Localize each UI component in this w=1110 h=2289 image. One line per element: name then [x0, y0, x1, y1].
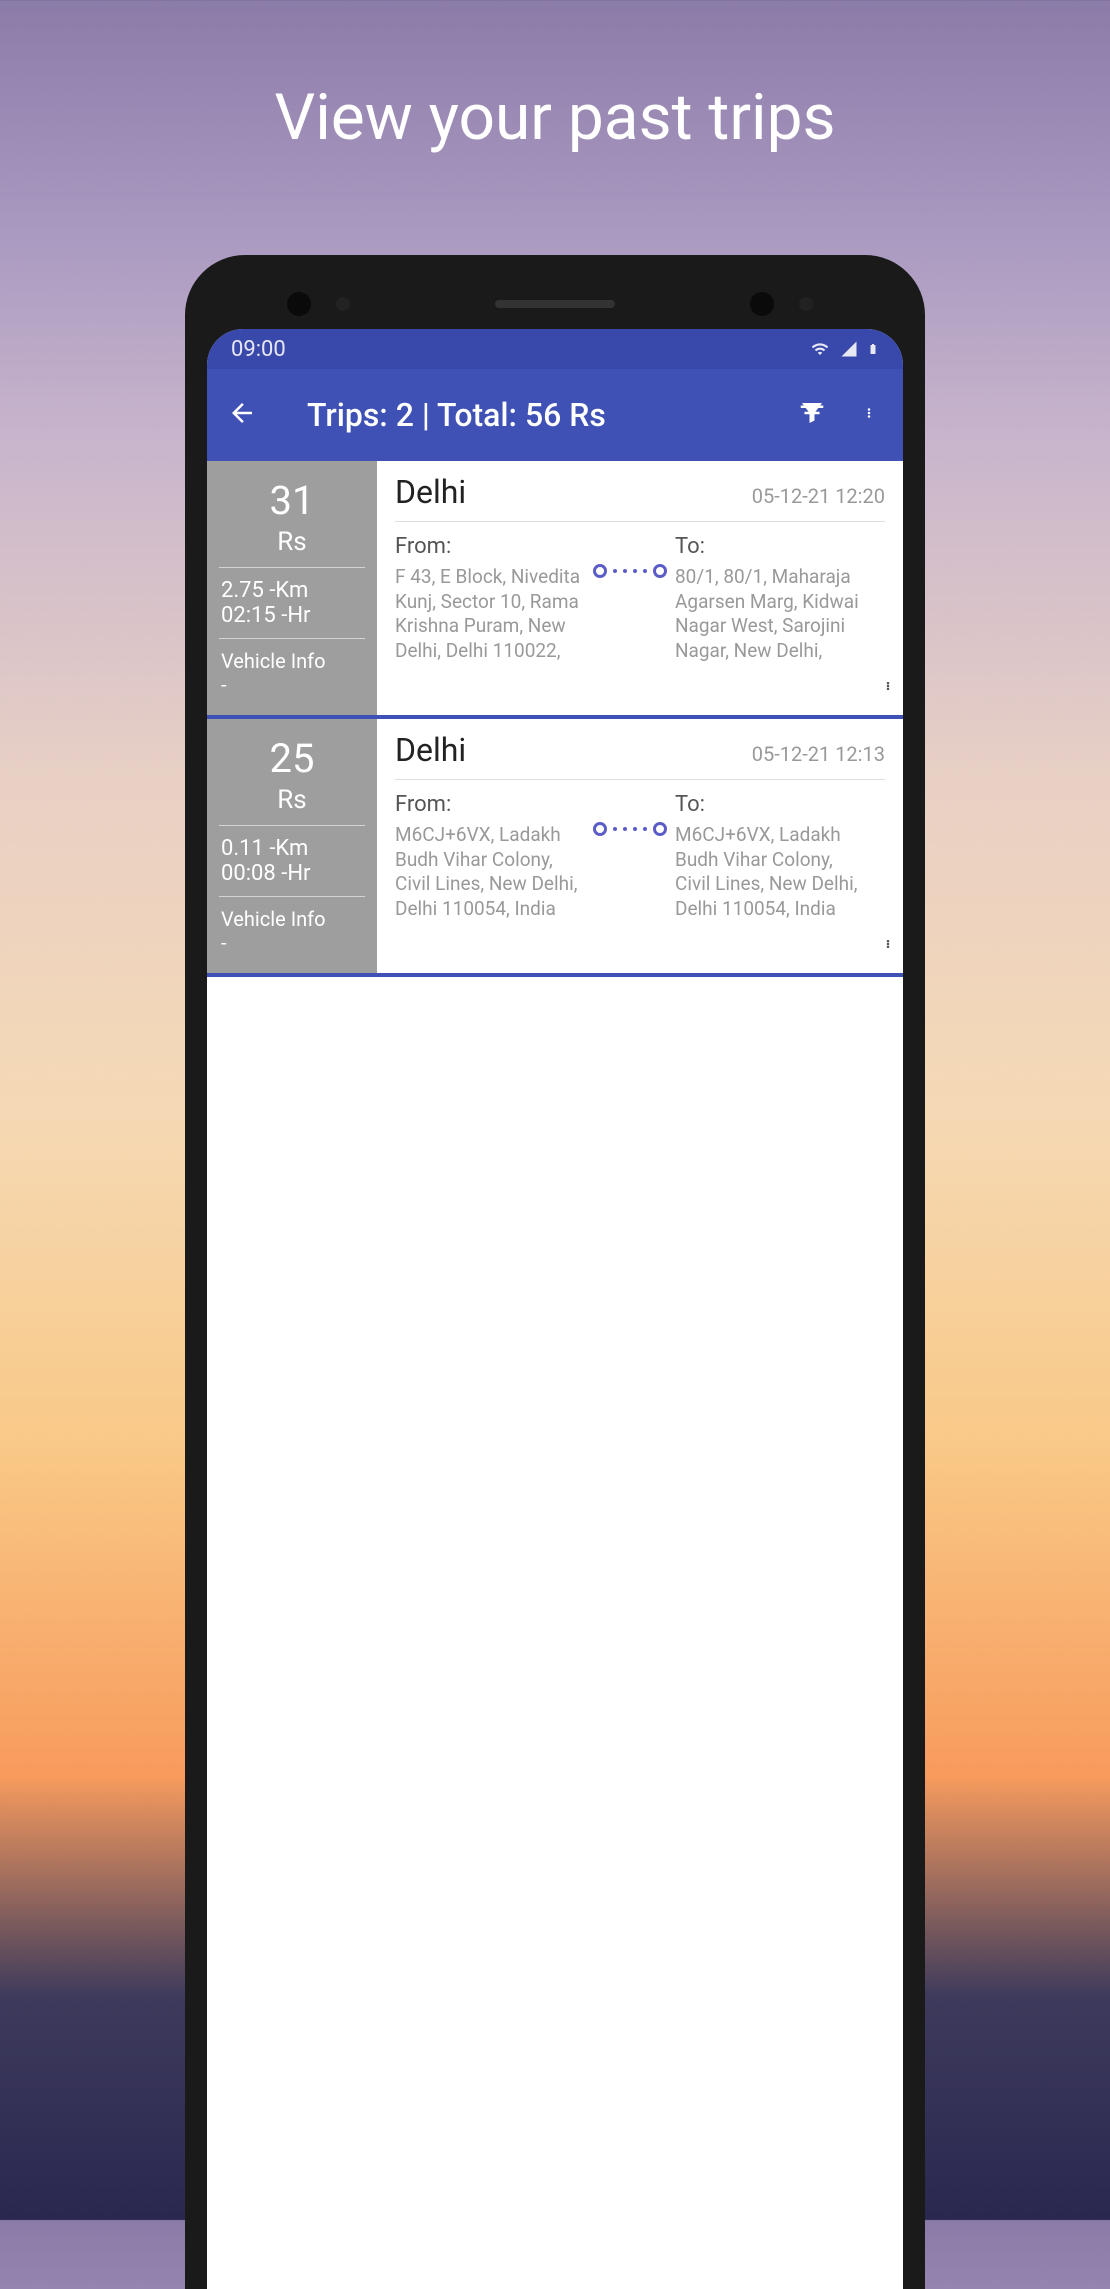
trip-item-menu-button[interactable]: [883, 673, 893, 703]
vehicle-info-label: Vehicle Info: [219, 649, 365, 673]
to-label: To:: [675, 534, 865, 559]
trip-city: Delhi: [395, 731, 466, 769]
trip-duration: 02:15 -Hr: [219, 603, 365, 628]
arrow-left-icon: [227, 398, 257, 428]
route-connector-icon: [593, 534, 667, 578]
trip-distance: 0.11 -Km: [219, 836, 365, 861]
trip-main: Delhi 05-12-21 12:20 From: F 43, E Block…: [377, 461, 903, 715]
phone-screen: 09:00 Trips: 2 | Total: 56 Rs: [207, 329, 903, 2289]
more-vert-icon: [883, 931, 893, 957]
phone-frame: 09:00 Trips: 2 | Total: 56 Rs: [185, 255, 925, 2289]
status-icons: [809, 339, 879, 359]
status-bar: 09:00: [207, 329, 903, 369]
vehicle-info-value: -: [219, 673, 365, 697]
trip-card[interactable]: 31 Rs 2.75 -Km 02:15 -Hr Vehicle Info - …: [207, 461, 903, 719]
trip-timestamp: 05-12-21 12:13: [752, 742, 885, 766]
trip-list: 31 Rs 2.75 -Km 02:15 -Hr Vehicle Info - …: [207, 461, 903, 977]
more-vert-icon: [883, 673, 893, 699]
wifi-icon: [809, 340, 831, 358]
trip-city: Delhi: [395, 473, 466, 511]
from-address: M6CJ+6VX, Ladakh Budh Vihar Colony, Civi…: [395, 823, 585, 922]
app-bar-title: Trips: 2 | Total: 56 Rs: [277, 396, 769, 434]
to-address: M6CJ+6VX, Ladakh Budh Vihar Colony, Civi…: [675, 823, 865, 922]
trip-duration: 00:08 -Hr: [219, 861, 365, 886]
filter-icon: [797, 398, 827, 428]
trip-main: Delhi 05-12-21 12:13 From: M6CJ+6VX, Lad…: [377, 719, 903, 973]
from-label: From:: [395, 792, 585, 817]
trip-side-panel: 31 Rs 2.75 -Km 02:15 -Hr Vehicle Info -: [207, 461, 377, 715]
trip-card[interactable]: 25 Rs 0.11 -Km 00:08 -Hr Vehicle Info - …: [207, 719, 903, 977]
trip-timestamp: 05-12-21 12:20: [752, 484, 885, 508]
fare-currency: Rs: [219, 527, 365, 557]
route-connector-icon: [593, 792, 667, 836]
vehicle-info-value: -: [219, 931, 365, 955]
status-time: 09:00: [231, 337, 286, 362]
to-label: To:: [675, 792, 865, 817]
vehicle-info-label: Vehicle Info: [219, 907, 365, 931]
fare-amount: 31: [219, 479, 365, 523]
trip-item-menu-button[interactable]: [883, 931, 893, 961]
signal-icon: [839, 340, 859, 358]
from-address: F 43, E Block, Nivedita Kunj, Sector 10,…: [395, 565, 585, 664]
fare-amount: 25: [219, 737, 365, 781]
back-button[interactable]: [227, 398, 257, 432]
from-label: From:: [395, 534, 585, 559]
to-address: 80/1, 80/1, Maharaja Agarsen Marg, Kidwa…: [675, 565, 865, 664]
trip-distance: 2.75 -Km: [219, 578, 365, 603]
battery-icon: [867, 339, 879, 359]
trip-side-panel: 25 Rs 0.11 -Km 00:08 -Hr Vehicle Info -: [207, 719, 377, 973]
phone-speaker-area: [207, 279, 903, 329]
promo-title: View your past trips: [274, 80, 835, 155]
app-bar: Trips: 2 | Total: 56 Rs: [207, 369, 903, 461]
filter-button[interactable]: [789, 398, 835, 432]
overflow-menu-button[interactable]: [855, 398, 883, 432]
fare-currency: Rs: [219, 785, 365, 815]
more-vert-icon: [863, 398, 875, 428]
